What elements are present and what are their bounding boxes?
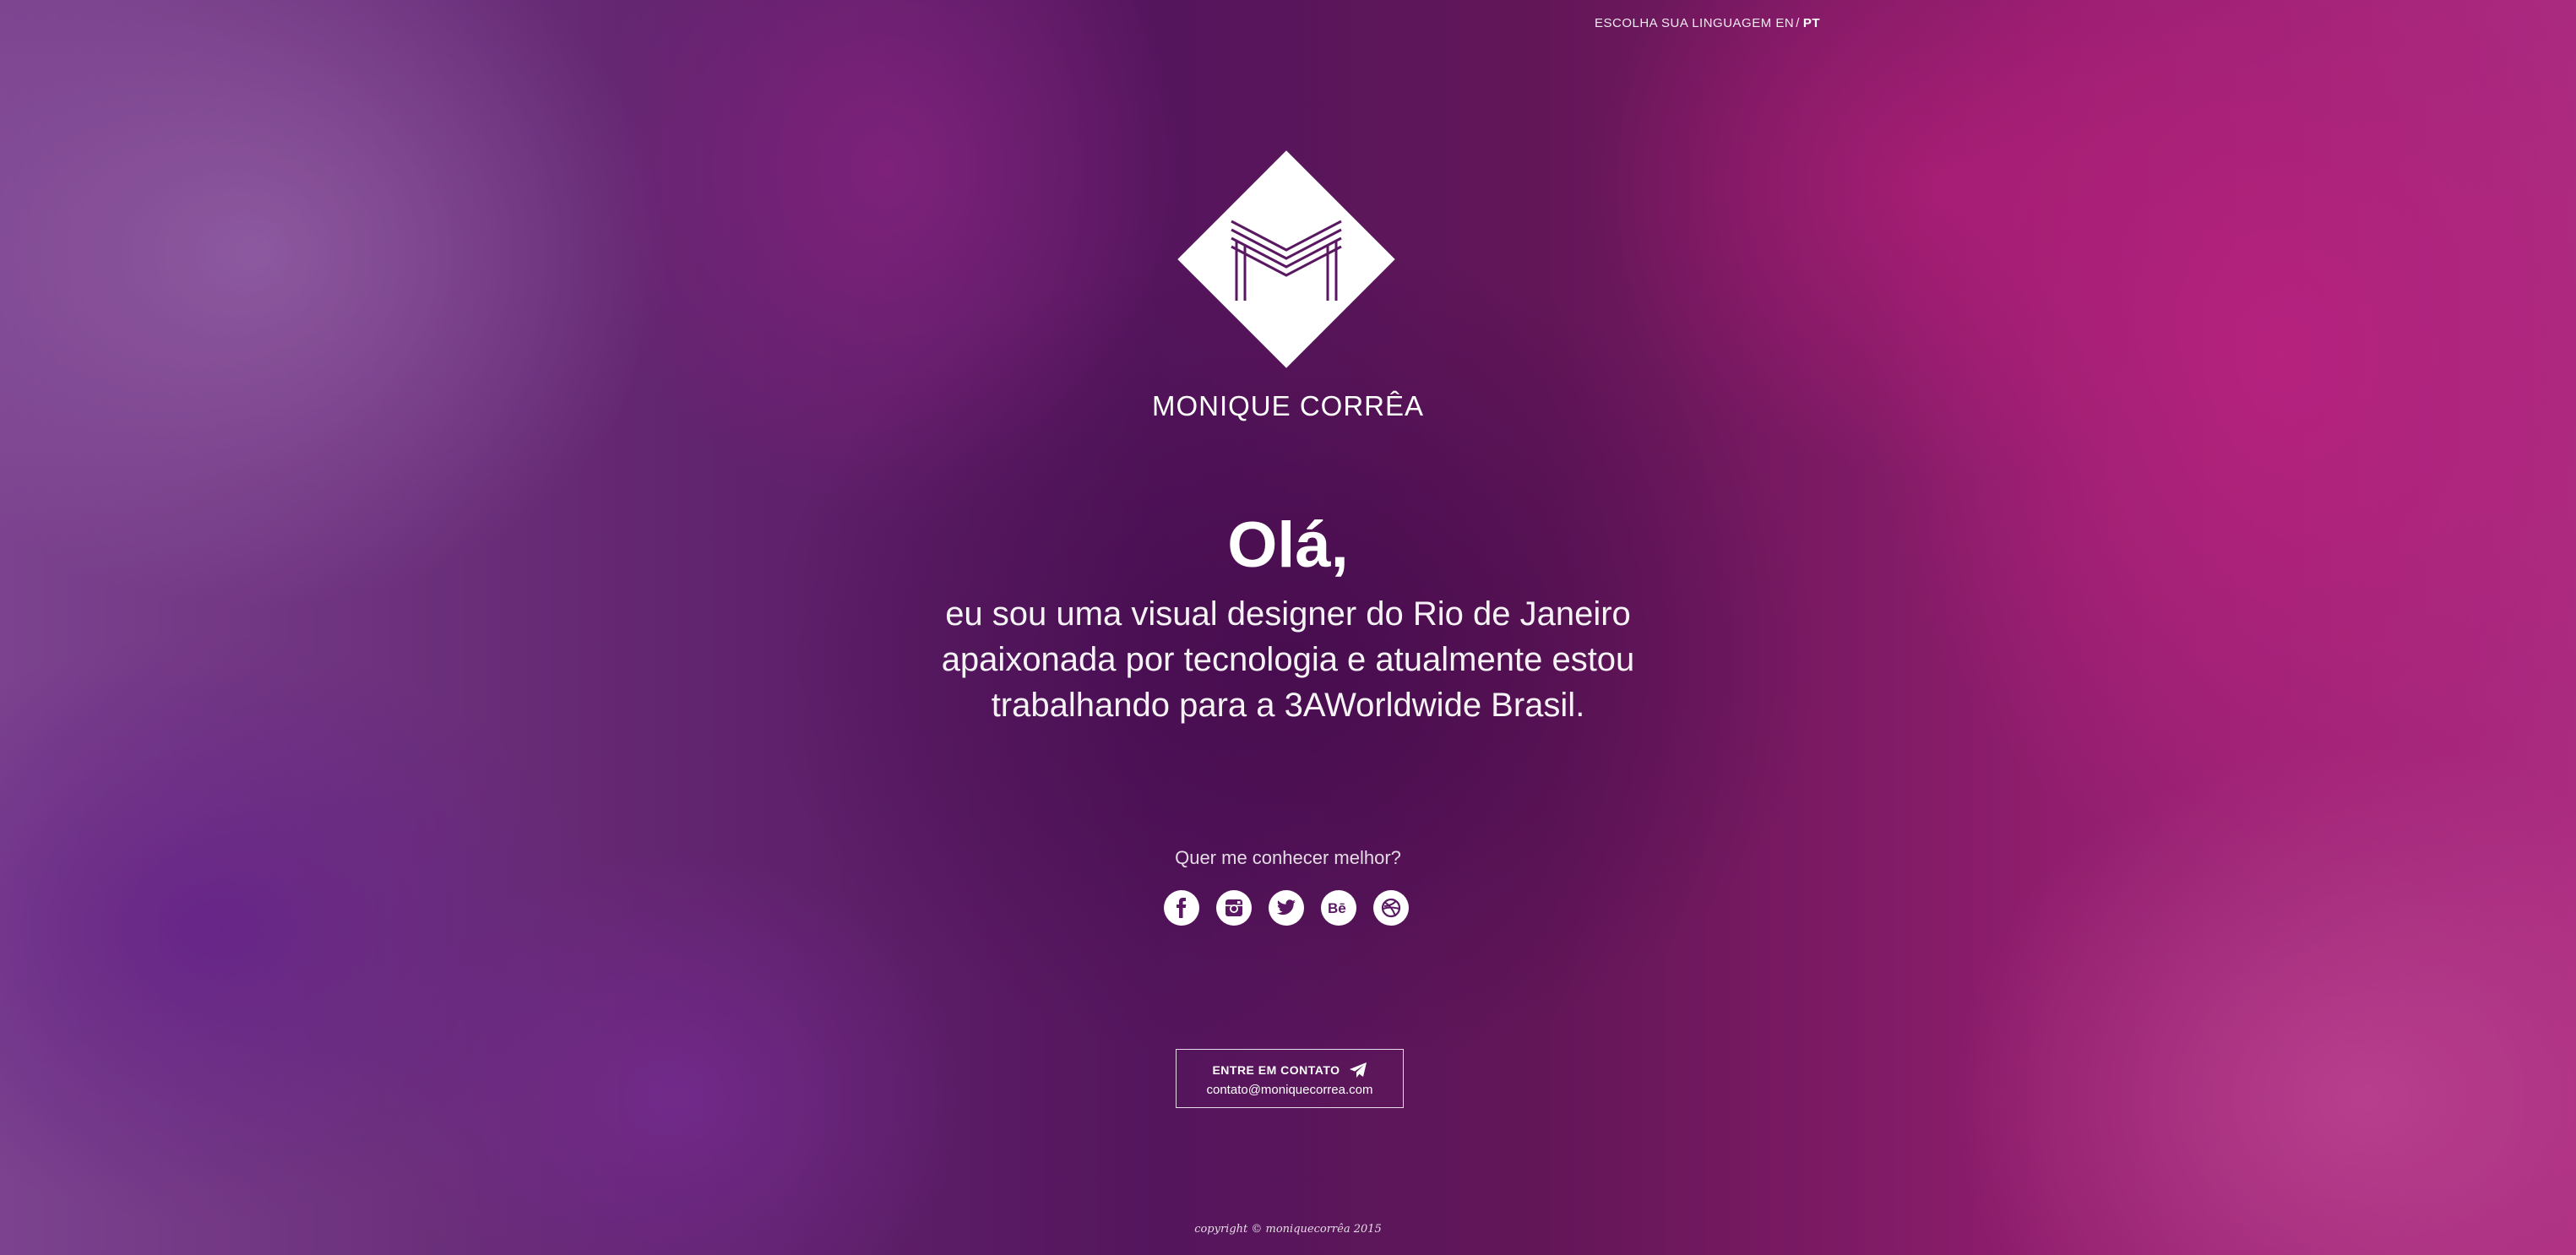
hero-intro: eu sou uma visual designer do Rio de Jan… xyxy=(941,595,1635,724)
paper-plane-icon xyxy=(1349,1062,1367,1078)
twitter-link[interactable] xyxy=(1269,890,1304,926)
behance-link[interactable]: Bē xyxy=(1321,890,1356,926)
dribbble-icon xyxy=(1381,898,1401,918)
language-option-en[interactable]: EN xyxy=(1775,16,1794,30)
social-prompt: Quer me conhecer melhor? xyxy=(1175,847,1401,868)
language-switcher: ESCOLHA SUA LINGUAGEM EN / PT xyxy=(1595,16,1820,30)
language-separator: / xyxy=(1796,16,1800,30)
language-option-pt[interactable]: PT xyxy=(1803,16,1820,30)
dribbble-link[interactable] xyxy=(1373,890,1409,926)
footer-copyright: copyright © moniquecorrêa 2015 xyxy=(1194,1223,1382,1236)
contact-label: ENTRE EM CONTATO xyxy=(1212,1063,1340,1077)
facebook-link[interactable] xyxy=(1164,890,1199,926)
diamond-m-logo-icon xyxy=(1231,220,1342,301)
language-prompt: ESCOLHA SUA LINGUAGEM xyxy=(1595,16,1772,30)
facebook-icon xyxy=(1177,898,1187,918)
behance-icon: Bē xyxy=(1328,900,1346,916)
instagram-link[interactable] xyxy=(1216,890,1252,926)
social-links: Bē xyxy=(1164,890,1409,926)
contact-email: contato@moniquecorrea.com xyxy=(1206,1083,1373,1097)
logo[interactable] xyxy=(1177,150,1395,368)
svg-text:Bē: Bē xyxy=(1328,900,1346,916)
brand-name: MONIQUE CORRÊA xyxy=(1151,390,1425,421)
hero-greeting: Olá, xyxy=(1227,509,1349,581)
twitter-icon xyxy=(1277,899,1296,915)
instagram-icon xyxy=(1226,899,1242,916)
contact-title: ENTRE EM CONTATO xyxy=(1177,1062,1403,1078)
contact-button[interactable]: ENTRE EM CONTATO contato@moniquecorrea.c… xyxy=(1176,1049,1404,1108)
